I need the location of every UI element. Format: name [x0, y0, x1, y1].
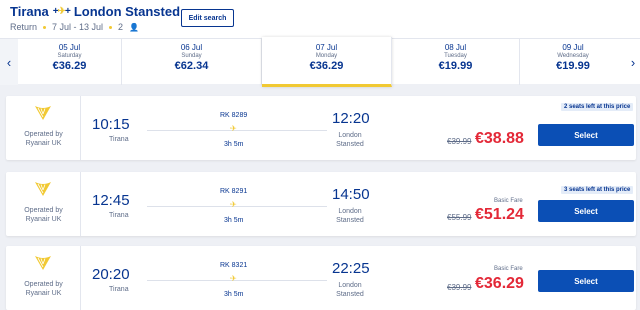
departure-city: Tirana [109, 286, 129, 293]
edit-search-button[interactable]: Edit search [181, 9, 234, 27]
departure-time: 10:15 [92, 116, 130, 133]
date-label: 07 Jul [315, 43, 338, 52]
seats-left-badge: 3 seats left at this price [561, 186, 634, 194]
flight-duration: 3h 5m [224, 141, 244, 148]
operated-by: Operated by Ryanair UK [24, 207, 63, 223]
weekday-label: Saturday [57, 53, 82, 59]
discounted-price: €38.88 [475, 130, 524, 147]
search-summary-header: Tirana +✈+ London Stansted Return 7 Jul … [0, 0, 640, 38]
ryanair-harp-logo [35, 256, 51, 270]
passenger-count: 2 [118, 22, 124, 32]
original-price: €55.99 [447, 213, 472, 222]
weekday-label: Sunday [181, 53, 202, 59]
operated-by: Operated by Ryanair UK [24, 131, 63, 147]
operator-panel: Operated by Ryanair UK [6, 172, 81, 236]
route-line [147, 130, 327, 131]
route-line [147, 280, 327, 281]
fare-label: Basic Fare [494, 198, 523, 204]
select-flight-button[interactable]: Select [538, 200, 634, 222]
date-price: €36.29 [309, 60, 344, 72]
discounted-price: €51.24 [475, 206, 524, 223]
flight-duration: 3h 5m [224, 217, 244, 224]
plane-icon: ✈ [230, 124, 237, 133]
departure-time: 20:20 [92, 266, 130, 283]
flight-number: RK 8289 [220, 112, 248, 119]
plane-icon: ✈ [230, 200, 237, 209]
arrival-time: 12:20 [332, 110, 370, 127]
date-price: €36.29 [52, 60, 87, 72]
discounted-price: €36.29 [475, 275, 524, 292]
ryanair-harp-logo [35, 182, 51, 196]
trip-meta: Return 7 Jul - 13 Jul 2 👤 [10, 22, 139, 32]
separator-dot [109, 25, 113, 29]
ryanair-harp-logo [35, 106, 51, 120]
departure-time: 12:45 [92, 192, 130, 209]
arrival-city: London Stansted [336, 132, 364, 148]
flight-duration: 3h 5m [224, 291, 244, 298]
operator-panel: Operated by Ryanair UK [6, 246, 81, 310]
original-price: €39.99 [447, 137, 472, 146]
flight-number: RK 8291 [220, 188, 248, 195]
date-price: €19.99 [556, 60, 590, 72]
plane-swap-icon: +✈+ [52, 6, 71, 17]
origin-city: Tirana [10, 4, 49, 19]
operated-by: Operated by Ryanair UK [24, 281, 63, 297]
plane-icon: ✈ [230, 274, 237, 283]
date-label: 05 Jul [58, 43, 81, 52]
destination-city: London Stansted [73, 4, 181, 19]
date-carousel: ‹ 05 Jul Saturday €36.29 06 Jul Sunday €… [0, 37, 640, 87]
departure-city: Tirana [109, 212, 129, 219]
date-tab-07-jul[interactable]: 07 Jul Monday €36.29 [262, 37, 392, 87]
date-label: 06 Jul [180, 43, 203, 52]
flight-number: RK 8321 [220, 262, 248, 269]
flight-card[interactable]: Operated by Ryanair UK 12:45 Tirana RK 8… [6, 172, 636, 236]
date-price: €19.99 [438, 60, 473, 72]
arrival-city: London Stansted [336, 282, 364, 298]
date-tab-08-jul[interactable]: 08 Jul Tuesday €19.99 [392, 39, 520, 85]
flight-card[interactable]: Operated by Ryanair UK 10:15 Tirana RK 8… [6, 96, 636, 160]
departure-city: Tirana [109, 136, 129, 143]
arrival-time: 22:25 [332, 260, 370, 277]
flight-card[interactable]: Operated by Ryanair UK 20:20 Tirana RK 8… [6, 246, 636, 310]
trip-type: Return [10, 22, 38, 32]
route-title: Tirana +✈+ London Stansted [10, 4, 180, 19]
date-price: €62.34 [174, 60, 209, 72]
date-tab-09-jul[interactable]: 09 Jul Wednesday €19.99 [520, 39, 626, 85]
chevron-left-icon[interactable]: ‹ [0, 39, 18, 85]
date-label: 08 Jul [444, 43, 467, 52]
operator-panel: Operated by Ryanair UK [6, 96, 81, 160]
original-price: €39.99 [447, 283, 472, 292]
select-flight-button[interactable]: Select [538, 124, 634, 146]
weekday-label: Monday [315, 53, 338, 59]
date-tab-06-jul[interactable]: 06 Jul Sunday €62.34 [122, 39, 262, 85]
trip-dates: 7 Jul - 13 Jul [52, 22, 104, 32]
date-tab-05-jul[interactable]: 05 Jul Saturday €36.29 [18, 39, 122, 85]
select-flight-button[interactable]: Select [538, 270, 634, 292]
arrival-city: London Stansted [336, 208, 364, 224]
weekday-label: Wednesday [557, 53, 589, 59]
person-icon: 👤 [129, 22, 140, 32]
seats-left-badge: 2 seats left at this price [561, 103, 634, 111]
route-line [147, 206, 327, 207]
separator-dot [43, 25, 47, 29]
fare-label: Basic Fare [494, 266, 523, 272]
arrival-time: 14:50 [332, 186, 370, 203]
date-label: 09 Jul [562, 43, 584, 52]
weekday-label: Tuesday [444, 53, 467, 59]
chevron-right-icon[interactable]: › [626, 39, 640, 85]
